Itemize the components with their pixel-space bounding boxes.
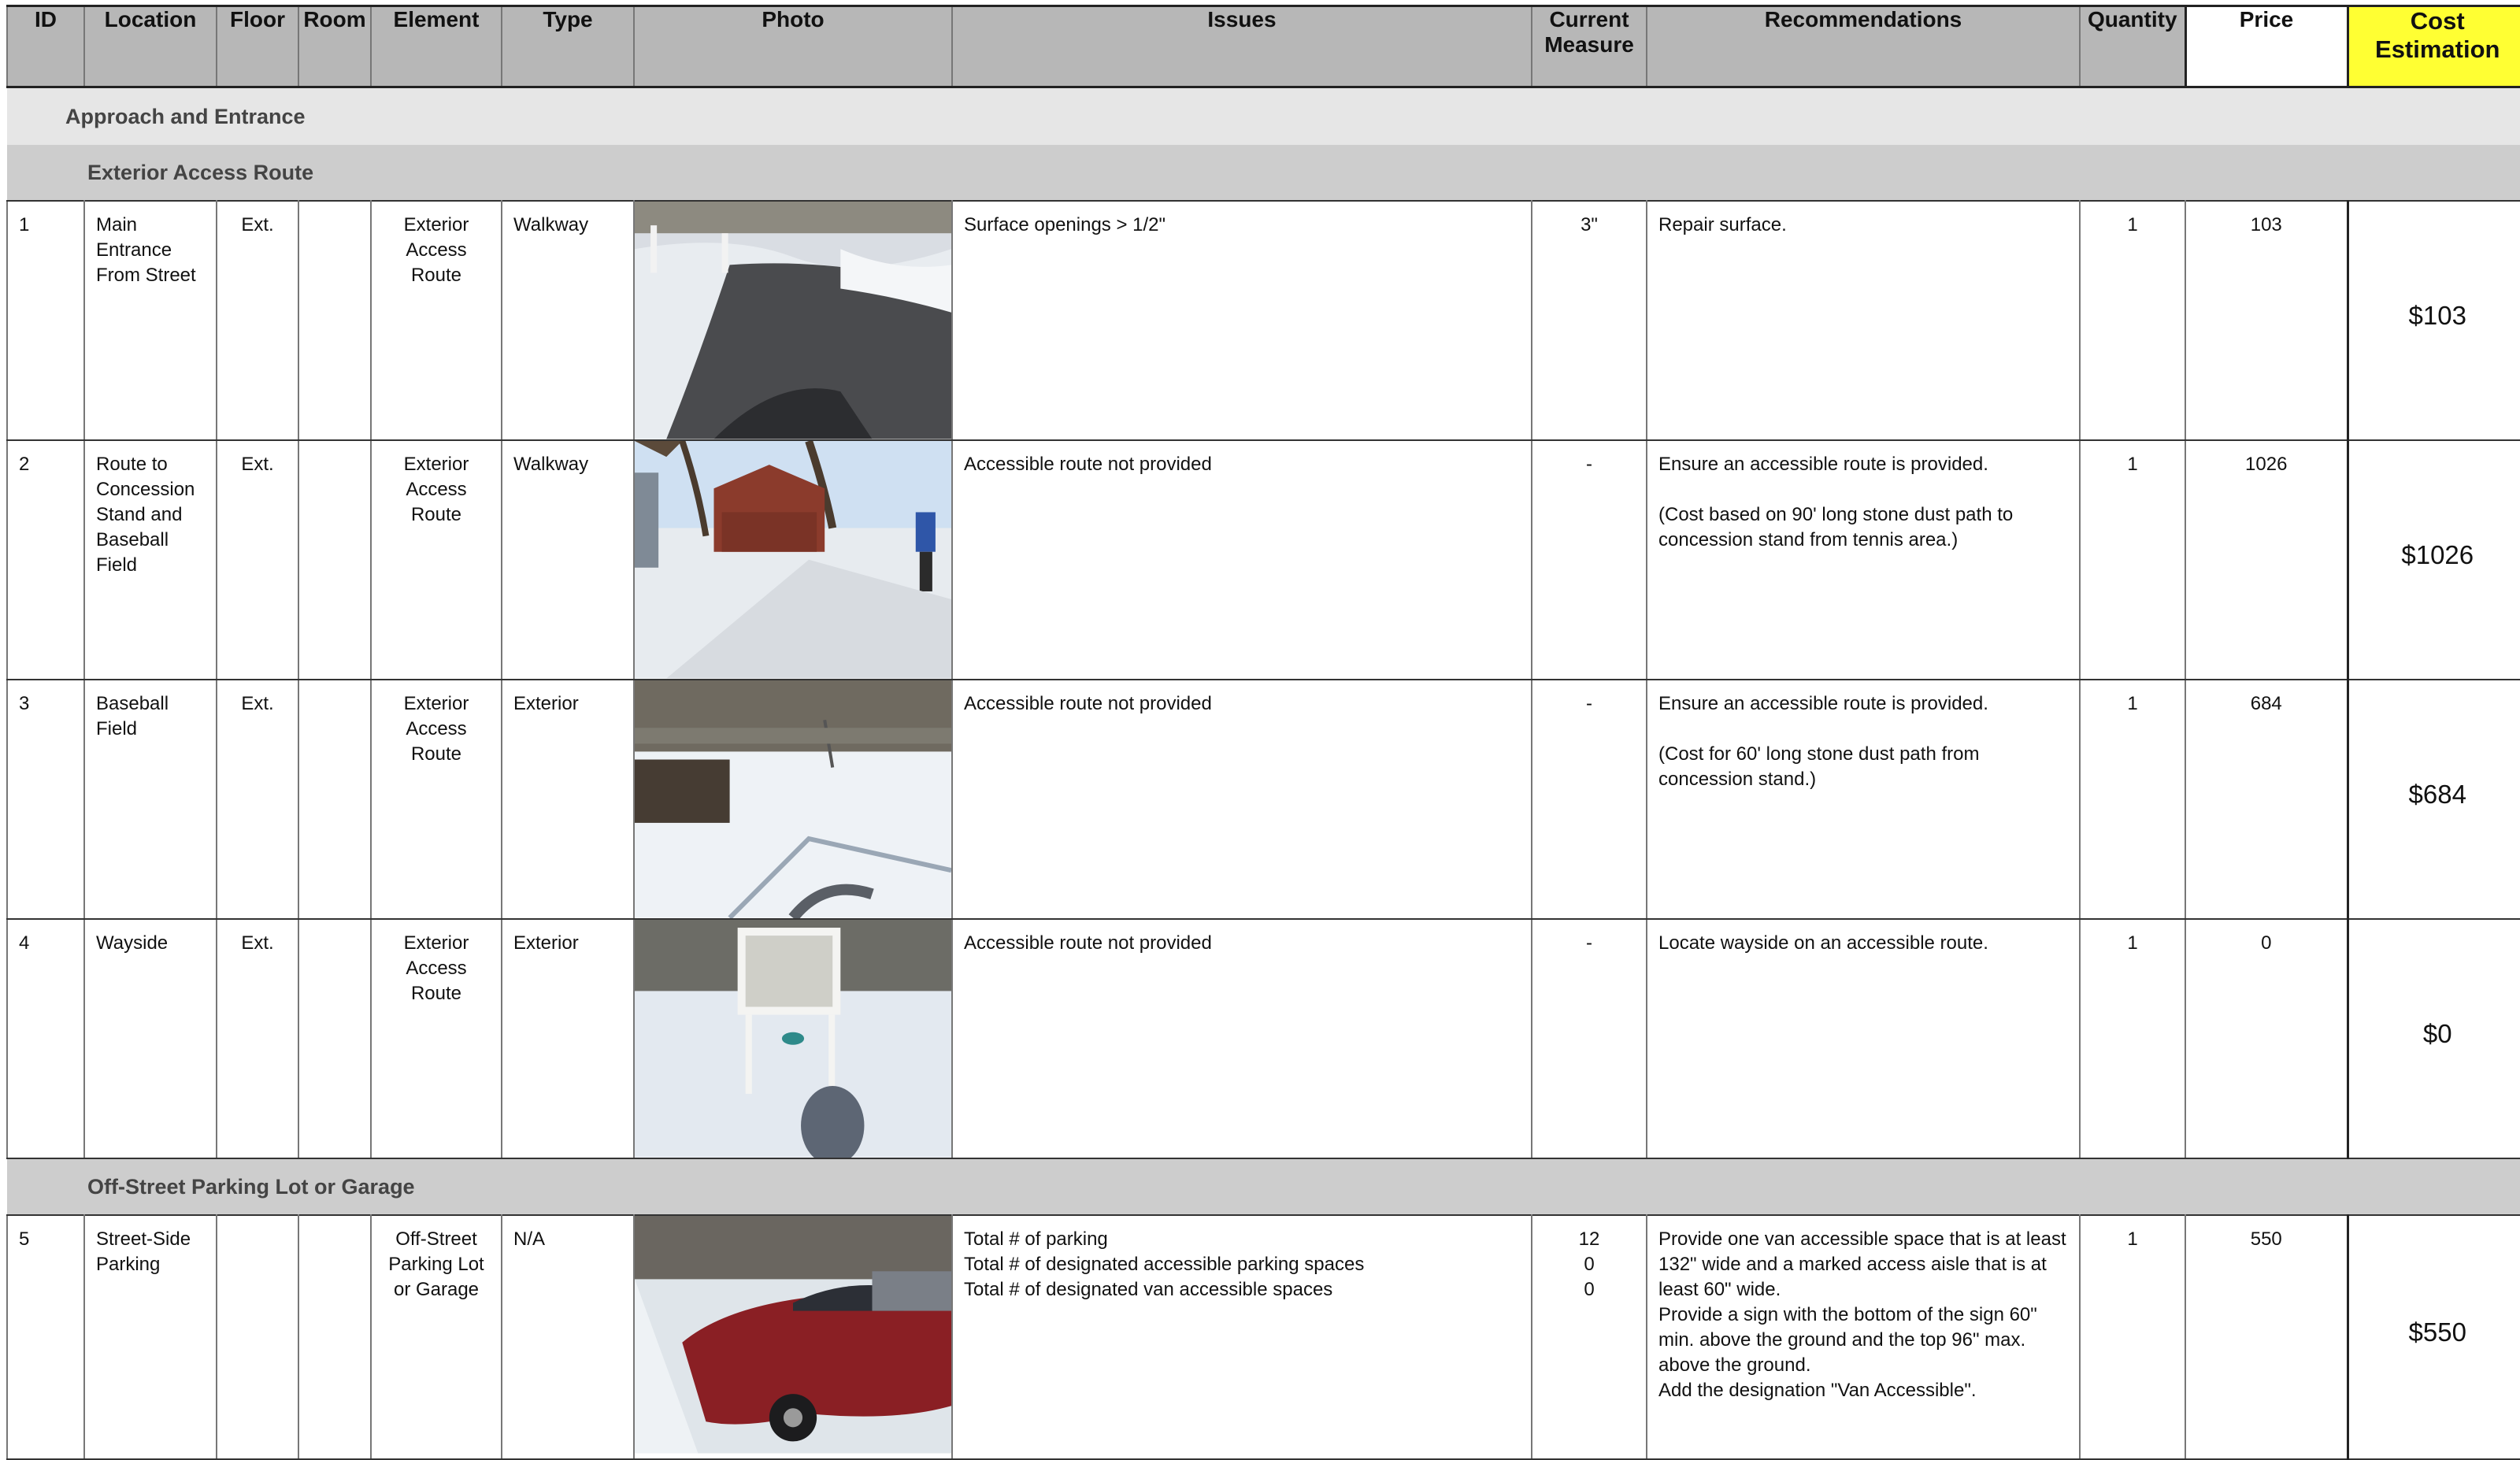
cell-element[interactable]: Exterior Access Route	[370, 918, 502, 1159]
cell-recommendations[interactable]: Locate wayside on an accessible route.	[1646, 918, 2081, 1159]
col-header-issues[interactable]: Issues	[951, 5, 1532, 88]
cell-floor[interactable]: Ext.	[216, 679, 299, 920]
cell-quantity[interactable]: 1	[2079, 1214, 2186, 1460]
cell-floor[interactable]: Ext.	[216, 200, 299, 441]
cell-room[interactable]	[298, 200, 372, 441]
photo-snowy-asphalt-entrance	[636, 202, 951, 439]
cell-recommendations[interactable]: Repair surface.	[1646, 200, 2081, 441]
cell-id[interactable]: 5	[6, 1214, 85, 1460]
cell-cost-estimation[interactable]: $103	[2347, 200, 2520, 441]
cell-quantity[interactable]: 1	[2079, 439, 2186, 680]
cell-id[interactable]: 3	[6, 679, 85, 920]
col-header-element[interactable]: Element	[370, 5, 502, 88]
accessibility-cost-table: ID Location Floor Room Element Type Phot…	[6, 5, 2520, 1460]
section-row: Approach and Entrance	[7, 87, 2520, 145]
col-header-id[interactable]: ID	[6, 5, 85, 88]
cell-id[interactable]: 2	[6, 439, 85, 680]
col-header-room[interactable]: Room	[298, 5, 372, 88]
cell-issues[interactable]: Surface openings > 1/2"	[951, 200, 1532, 441]
cell-id[interactable]: 1	[6, 200, 85, 441]
cell-location[interactable]: Main Entrance From Street	[83, 200, 217, 441]
cell-recommendations[interactable]: Ensure an accessible route is provided. …	[1646, 679, 2081, 920]
table-row[interactable]: 4 Wayside Ext. Exterior Access Route Ext…	[6, 918, 2520, 1159]
table-row[interactable]: 2 Route to Concession Stand and Baseball…	[6, 439, 2520, 680]
col-header-location[interactable]: Location	[83, 5, 217, 88]
col-header-recommendations[interactable]: Recommendations	[1646, 5, 2081, 88]
cell-location[interactable]: Wayside	[83, 918, 217, 1159]
photo-street-parking-car	[636, 1217, 951, 1454]
cell-issues[interactable]: Accessible route not provided	[951, 679, 1532, 920]
cell-photo[interactable]	[633, 918, 953, 1159]
cell-location[interactable]: Street-Side Parking	[83, 1214, 217, 1460]
cell-location[interactable]: Route to Concession Stand and Baseball F…	[83, 439, 217, 680]
cell-id[interactable]: 4	[6, 918, 85, 1159]
cell-issues[interactable]: Accessible route not provided	[951, 439, 1532, 680]
cell-current-measure[interactable]: -	[1531, 679, 1647, 920]
cell-floor[interactable]: Ext.	[216, 439, 299, 680]
cell-photo[interactable]	[633, 439, 953, 680]
cell-price[interactable]: 0	[2185, 918, 2349, 1159]
col-header-current-measure[interactable]: Current Measure	[1531, 5, 1647, 88]
subsection-row: Off-Street Parking Lot or Garage	[7, 1158, 2520, 1215]
header-row: ID Location Floor Room Element Type Phot…	[6, 5, 2520, 88]
subsection-title-exterior-access-route: Exterior Access Route	[7, 145, 2520, 201]
cell-current-measure[interactable]: -	[1531, 918, 1647, 1159]
cell-room[interactable]	[298, 439, 372, 680]
cell-element[interactable]: Off-Street Parking Lot or Garage	[370, 1214, 502, 1460]
cell-quantity[interactable]: 1	[2079, 200, 2186, 441]
col-header-floor[interactable]: Floor	[216, 5, 299, 88]
cell-cost-estimation[interactable]: $1026	[2347, 439, 2520, 680]
cell-room[interactable]	[298, 918, 372, 1159]
table-row[interactable]: 3 Baseball Field Ext. Exterior Access Ro…	[6, 679, 2520, 920]
cell-type[interactable]: Walkway	[501, 200, 635, 441]
col-header-cost-estimation[interactable]: Cost Estimation	[2347, 5, 2520, 88]
table-row[interactable]: 1 Main Entrance From Street Ext. Exterio…	[6, 200, 2520, 441]
cell-issues[interactable]: Accessible route not provided	[951, 918, 1532, 1159]
cell-price[interactable]: 684	[2185, 679, 2349, 920]
cell-current-measure[interactable]: -	[1531, 439, 1647, 680]
photo-concession-stand	[636, 442, 951, 678]
cell-recommendations[interactable]: Ensure an accessible route is provided. …	[1646, 439, 2081, 680]
subsection-row: Exterior Access Route	[7, 145, 2520, 201]
cell-price[interactable]: 103	[2185, 200, 2349, 441]
cell-recommendations[interactable]: Provide one van accessible space that is…	[1646, 1214, 2081, 1460]
cell-room[interactable]	[298, 679, 372, 920]
cell-element[interactable]: Exterior Access Route	[370, 200, 502, 441]
table-row[interactable]: 5 Street-Side Parking Off-Street Parking…	[6, 1214, 2520, 1460]
section-title: Approach and Entrance	[7, 87, 2520, 145]
cell-element[interactable]: Exterior Access Route	[370, 439, 502, 680]
cell-photo[interactable]	[633, 1214, 953, 1460]
cell-photo[interactable]	[633, 200, 953, 441]
cell-type[interactable]: Walkway	[501, 439, 635, 680]
col-header-quantity[interactable]: Quantity	[2079, 5, 2186, 88]
cell-type[interactable]: Exterior	[501, 679, 635, 920]
cell-cost-estimation[interactable]: $684	[2347, 679, 2520, 920]
cell-price[interactable]: 550	[2185, 1214, 2349, 1460]
photo-wayside-sign	[636, 921, 951, 1157]
cell-photo[interactable]	[633, 679, 953, 920]
col-header-type[interactable]: Type	[501, 5, 635, 88]
cell-current-measure[interactable]: 12 0 0	[1531, 1214, 1647, 1460]
cell-price[interactable]: 1026	[2185, 439, 2349, 680]
cell-floor[interactable]: Ext.	[216, 918, 299, 1159]
cell-location[interactable]: Baseball Field	[83, 679, 217, 920]
col-header-price[interactable]: Price	[2184, 5, 2349, 88]
cell-current-measure[interactable]: 3"	[1531, 200, 1647, 441]
cell-element[interactable]: Exterior Access Route	[370, 679, 502, 920]
cell-cost-estimation[interactable]: $550	[2347, 1214, 2520, 1460]
cell-floor[interactable]	[216, 1214, 299, 1460]
cell-type[interactable]: N/A	[501, 1214, 635, 1460]
cell-type[interactable]: Exterior	[501, 918, 635, 1159]
cell-cost-estimation[interactable]: $0	[2347, 918, 2520, 1159]
cell-quantity[interactable]: 1	[2079, 679, 2186, 920]
col-header-photo[interactable]: Photo	[633, 5, 953, 88]
cell-quantity[interactable]: 1	[2079, 918, 2186, 1159]
cell-issues[interactable]: Total # of parking Total # of designated…	[951, 1214, 1532, 1460]
subsection-title-off-street-parking: Off-Street Parking Lot or Garage	[7, 1158, 2520, 1215]
cell-room[interactable]	[298, 1214, 372, 1460]
photo-snowy-baseball-field	[636, 681, 951, 917]
